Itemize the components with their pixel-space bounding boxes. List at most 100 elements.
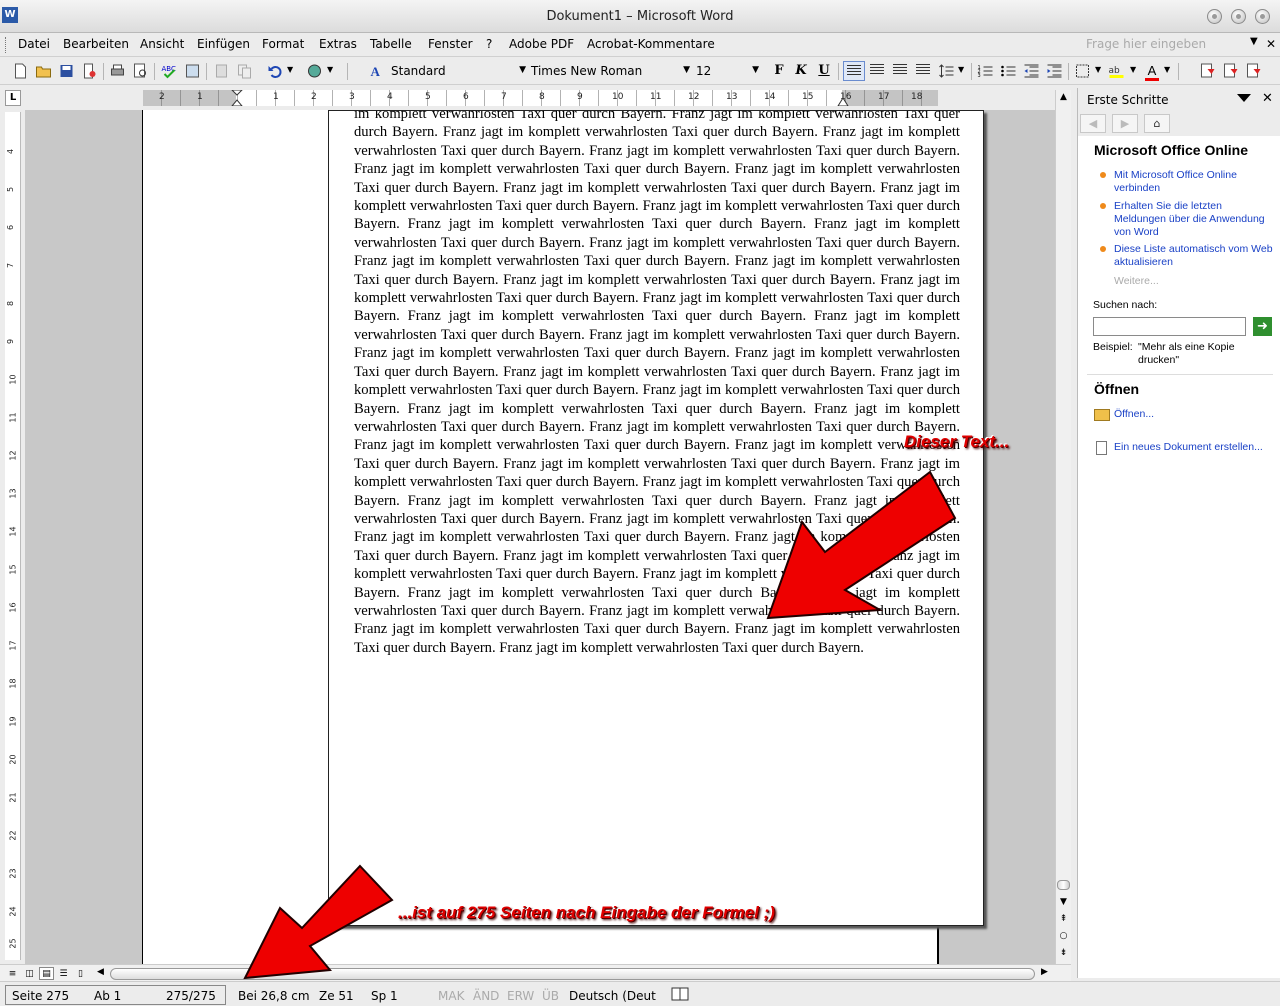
highlight-icon[interactable]: ab xyxy=(1108,63,1125,79)
increase-indent-icon[interactable] xyxy=(1046,63,1063,79)
font-select[interactable]: Times New Roman ▼ xyxy=(528,62,692,80)
menu-fenster[interactable]: Fenster xyxy=(428,37,473,51)
convert-to-pdf-icon[interactable] xyxy=(1199,63,1216,79)
font-size-dropdown-arrow[interactable]: ▼ xyxy=(752,65,759,75)
task-pane-close-icon[interactable]: ✕ xyxy=(1262,91,1273,106)
help-search-input[interactable]: Frage hier eingeben xyxy=(1084,36,1242,54)
outline-view-button[interactable]: ☰ xyxy=(56,967,71,980)
task-pane-dropdown-icon[interactable] xyxy=(1237,94,1251,102)
menu-acrobat-kommentare[interactable]: Acrobat-Kommentare xyxy=(587,37,715,51)
menu-format[interactable]: Format xyxy=(262,37,304,51)
tab-selector[interactable]: L xyxy=(5,90,21,106)
permission-icon[interactable] xyxy=(81,63,98,79)
next-page-button[interactable]: ⇟ xyxy=(1056,946,1071,961)
font-color-dropdown-arrow[interactable]: ▼ xyxy=(1164,65,1170,74)
font-dropdown-arrow[interactable]: ▼ xyxy=(683,65,690,75)
menu-bearbeiten[interactable]: Bearbeiten xyxy=(63,37,129,51)
help-dropdown-arrow[interactable]: ▼ xyxy=(1250,36,1258,47)
vertical-scrollbar[interactable]: ▲ ▼ ⇞ ○ ⇟ xyxy=(1055,90,1071,965)
style-select[interactable]: Standard ▼ xyxy=(388,62,528,80)
indent-marker-icon[interactable] xyxy=(231,90,243,106)
highlight-dropdown-arrow[interactable]: ▼ xyxy=(1130,65,1136,74)
minimize-button[interactable] xyxy=(1207,9,1222,24)
status-macro-recording[interactable]: MAK xyxy=(438,989,464,1003)
convert-and-email-pdf-icon[interactable] xyxy=(1222,63,1239,79)
align-right-button[interactable] xyxy=(893,64,907,76)
spelling-status-icon[interactable] xyxy=(671,987,689,1001)
bold-button[interactable]: F xyxy=(769,62,789,80)
borders-icon[interactable] xyxy=(1074,63,1091,79)
menu-tabelle[interactable]: Tabelle xyxy=(370,37,412,51)
menu-extras[interactable]: Extras xyxy=(319,37,357,51)
status-extend-selection[interactable]: ERW xyxy=(507,989,534,1003)
justify-button[interactable] xyxy=(916,64,930,76)
link-more[interactable]: Weitere... xyxy=(1114,275,1276,288)
scroll-right-arrow[interactable]: ▶ xyxy=(1041,967,1048,977)
right-indent-marker-icon[interactable] xyxy=(837,96,849,106)
search-input[interactable] xyxy=(1093,317,1246,336)
vertical-ruler[interactable]: 4 5 6 7 8 9 10 11 12 13 14 15 16 17 18 1… xyxy=(5,112,21,960)
maximize-button[interactable] xyxy=(1231,9,1246,24)
horizontal-ruler[interactable]: 2 1 1 2 3 4 5 6 7 8 9 10 11 12 13 14 15 … xyxy=(143,90,938,106)
normal-view-button[interactable]: ≡ xyxy=(5,967,20,980)
numbering-icon[interactable]: 123 xyxy=(977,63,994,79)
status-overtype[interactable]: ÜB xyxy=(542,989,559,1003)
menu-datei[interactable]: Datei xyxy=(18,37,50,51)
select-browse-object-button[interactable]: ○ xyxy=(1056,929,1071,944)
menu-einfuegen[interactable]: Einfügen xyxy=(197,37,250,51)
status-language[interactable]: Deutsch (Deut xyxy=(569,989,656,1003)
link-connect-office-online[interactable]: Mit Microsoft Office Online verbinden xyxy=(1114,169,1276,195)
undo-icon[interactable] xyxy=(266,63,283,79)
print-icon[interactable] xyxy=(109,63,126,79)
forward-icon[interactable]: ▶ xyxy=(1112,114,1138,133)
document-close-icon[interactable]: ✕ xyxy=(1266,37,1276,51)
spelling-icon[interactable]: ABC xyxy=(161,63,178,79)
align-center-button[interactable] xyxy=(870,64,884,76)
underline-button[interactable]: U xyxy=(814,62,834,80)
align-left-button[interactable] xyxy=(843,61,865,81)
font-size-select[interactable]: 12 ▼ xyxy=(693,62,761,80)
home-icon[interactable]: ⌂ xyxy=(1144,114,1170,133)
link-new-document[interactable]: Ein neues Dokument erstellen... xyxy=(1114,441,1276,454)
menu-ansicht[interactable]: Ansicht xyxy=(140,37,184,51)
back-icon[interactable]: ◀ xyxy=(1080,114,1106,133)
borders-dropdown-arrow[interactable]: ▼ xyxy=(1095,65,1101,74)
hyperlink-dropdown-arrow[interactable]: ▼ xyxy=(327,65,333,74)
bullets-icon[interactable] xyxy=(1000,63,1017,79)
print-preview-icon[interactable] xyxy=(132,63,149,79)
link-open[interactable]: Öffnen... xyxy=(1114,408,1276,421)
link-auto-update-list[interactable]: Diese Liste automatisch vom Web aktualis… xyxy=(1114,243,1276,269)
convert-and-review-pdf-icon[interactable] xyxy=(1245,63,1262,79)
styles-pane-icon[interactable]: A xyxy=(369,63,386,79)
menu-help[interactable]: ? xyxy=(486,37,492,51)
save-icon[interactable] xyxy=(58,63,75,79)
menu-grip[interactable] xyxy=(5,37,8,53)
web-layout-view-button[interactable]: ◫ xyxy=(22,967,37,980)
reading-layout-view-button[interactable]: ▯ xyxy=(73,967,88,980)
menu-adobe-pdf[interactable]: Adobe PDF xyxy=(509,37,574,51)
vertical-scroll-thumb[interactable] xyxy=(1057,880,1070,890)
previous-page-button[interactable]: ⇞ xyxy=(1056,912,1071,927)
close-button[interactable] xyxy=(1255,9,1270,24)
scroll-up-arrow[interactable]: ▲ xyxy=(1056,90,1071,105)
italic-button[interactable]: K xyxy=(791,62,811,80)
cut-icon[interactable] xyxy=(213,63,230,79)
link-latest-news[interactable]: Erhalten Sie die letzten Meldungen über … xyxy=(1114,200,1276,239)
open-folder-icon[interactable] xyxy=(35,63,52,79)
hyperlink-icon[interactable] xyxy=(306,63,323,79)
print-layout-view-button[interactable]: ▤ xyxy=(39,967,54,980)
style-dropdown-arrow[interactable]: ▼ xyxy=(519,65,526,75)
research-icon[interactable] xyxy=(184,63,201,79)
decrease-indent-icon[interactable] xyxy=(1023,63,1040,79)
new-document-icon[interactable] xyxy=(12,63,29,79)
ruler-number: 2 xyxy=(311,92,317,102)
copy-icon[interactable] xyxy=(236,63,253,79)
line-spacing-icon[interactable] xyxy=(938,63,955,79)
status-track-changes[interactable]: ÄND xyxy=(473,989,499,1003)
search-go-button[interactable]: ➜ xyxy=(1253,317,1272,336)
font-color-button[interactable]: A xyxy=(1142,62,1162,81)
scroll-down-arrow[interactable]: ▼ xyxy=(1056,895,1071,910)
line-spacing-dropdown-arrow[interactable]: ▼ xyxy=(958,65,964,74)
undo-dropdown-arrow[interactable]: ▼ xyxy=(287,65,293,74)
scroll-left-arrow[interactable]: ◀ xyxy=(97,967,104,977)
